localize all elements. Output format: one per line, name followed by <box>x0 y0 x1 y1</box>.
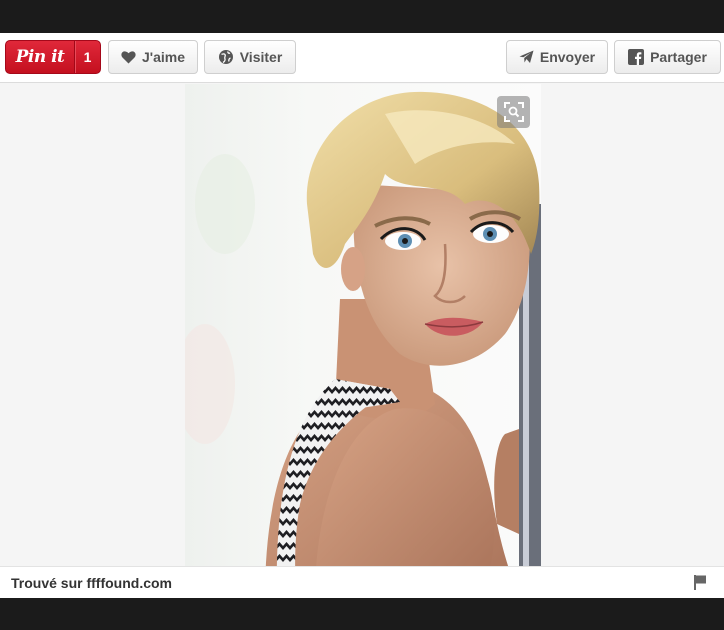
like-button[interactable]: J'aime <box>108 40 198 74</box>
pin-panel: Pin it 1 J'aime Visiter Envoyer Partager… <box>0 33 724 598</box>
globe-icon <box>218 50 233 64</box>
share-label: Partager <box>650 49 707 65</box>
send-label: Envoyer <box>539 49 596 65</box>
paper-plane-icon <box>519 50 534 63</box>
visit-label: Visiter <box>239 49 283 65</box>
heart-icon <box>121 50 136 63</box>
like-label: J'aime <box>141 49 186 65</box>
bottom-dark-bar <box>0 598 724 630</box>
pinit-button[interactable]: Pin it 1 <box>5 40 101 74</box>
send-button[interactable]: Envoyer <box>506 40 608 74</box>
toolbar: Pin it 1 J'aime Visiter Envoyer Partager <box>0 33 724 83</box>
zoom-button[interactable] <box>497 96 530 128</box>
pin-image[interactable] <box>185 84 541 598</box>
source-link[interactable]: Trouvé sur ffffound.com <box>11 575 172 591</box>
share-button[interactable]: Partager <box>614 40 721 74</box>
facebook-icon <box>628 49 645 65</box>
pinit-count: 1 <box>83 49 92 65</box>
portrait-photo <box>185 84 541 598</box>
visit-button[interactable]: Visiter <box>204 40 296 74</box>
pinit-label: Pin it <box>15 47 65 67</box>
top-dark-bar <box>0 0 724 33</box>
pin-footer: Trouvé sur ffffound.com <box>0 566 724 598</box>
flag-icon[interactable] <box>694 575 707 590</box>
zoom-icon <box>503 102 524 122</box>
